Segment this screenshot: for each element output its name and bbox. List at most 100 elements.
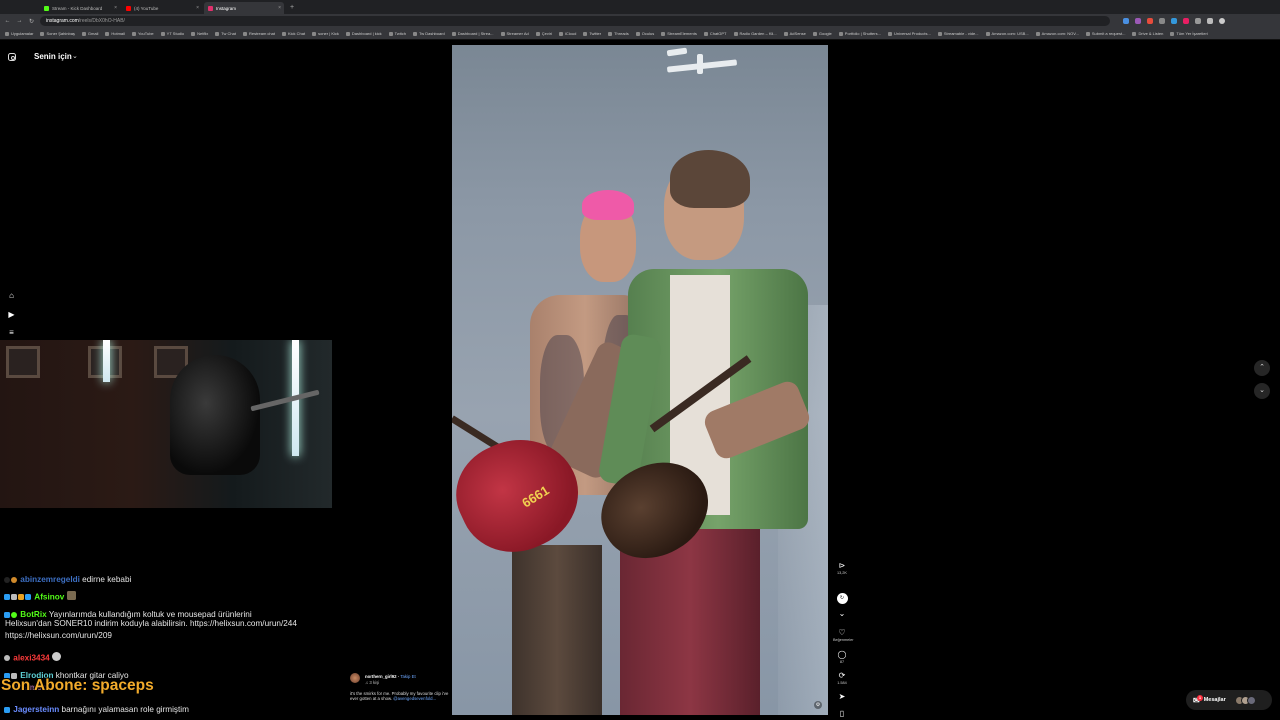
messages-button[interactable]: ✉ 1 Mesajlar	[1186, 690, 1272, 710]
comment-button[interactable]: ◯ 87	[833, 651, 851, 665]
feed-title[interactable]: Senin için	[34, 52, 72, 61]
reels-icon[interactable]: ▶	[7, 310, 16, 319]
audio-info[interactable]: ♫ 3 kişi	[365, 680, 379, 685]
new-tab-button[interactable]: +	[286, 4, 298, 11]
badge-icon	[11, 594, 17, 600]
bookmark-label: Dashboard | kick	[351, 31, 382, 36]
remix-button[interactable]: ↻	[833, 593, 851, 604]
bookmark-item[interactable]: Soner Şahinbaş	[40, 31, 75, 36]
menu-icon[interactable]: ≡	[7, 328, 16, 337]
caption-username[interactable]: northern_girl92	[365, 674, 397, 679]
bookmark-item[interactable]: Restream chat	[242, 31, 275, 36]
save-button[interactable]: ▯	[833, 710, 851, 718]
bookmark-item[interactable]: Hotmail	[105, 31, 125, 36]
bookmark-item[interactable]: Drive & Listen	[1132, 31, 1163, 36]
extension-icon[interactable]	[1207, 18, 1213, 24]
bookmark-item[interactable]: iCloud	[558, 31, 576, 36]
instagram-favicon-icon	[208, 5, 213, 11]
repost-button[interactable]: ⟳ 1.584	[833, 672, 851, 686]
extension-icon[interactable]	[1183, 18, 1189, 24]
extension-icon[interactable]	[1123, 18, 1129, 24]
caption-mention[interactable]: @avengedsevenfold...	[393, 696, 436, 701]
bookmark-label: Tüm Yer İşaretleri	[1176, 31, 1208, 36]
extension-icon[interactable]	[1159, 18, 1165, 24]
tab-instagram[interactable]: Instagram ×	[204, 2, 284, 14]
bookmark-item[interactable]: Amazon.com: NOV...	[1035, 31, 1079, 36]
bookmark-favicon-icon	[215, 31, 220, 36]
avatar[interactable]	[350, 673, 360, 683]
bookmark-label: ChatGPT	[709, 31, 727, 36]
bookmark-item[interactable]: Kick Chat	[281, 31, 305, 36]
bookmark-favicon-icon	[1035, 31, 1040, 36]
forward-button[interactable]: →	[16, 18, 23, 24]
bookmark-item[interactable]: YouTube	[131, 31, 154, 36]
bookmark-item[interactable]: Twitter	[583, 31, 601, 36]
bookmark-item[interactable]: AdSense	[783, 31, 806, 36]
bookmark-favicon-icon	[5, 31, 9, 36]
bookmark-item[interactable]: Twitch	[388, 31, 406, 36]
instagram-icon[interactable]	[8, 53, 16, 61]
close-icon[interactable]: ×	[114, 5, 117, 11]
bookmark-favicon-icon	[105, 31, 110, 36]
bookmark-favicon-icon	[558, 31, 563, 36]
tab-kick[interactable]: Stream - Kick Dashboard ×	[40, 2, 120, 14]
bookmark-item[interactable]: StreamElements	[661, 31, 697, 36]
extension-icon[interactable]	[1171, 18, 1177, 24]
bookmark-item[interactable]: ChatGPT	[703, 31, 727, 36]
extension-icon[interactable]	[1147, 18, 1153, 24]
bookmark-item[interactable]: Google	[812, 31, 832, 36]
bookmark-item[interactable]: Tw Chat	[215, 31, 236, 36]
tab-youtube[interactable]: (4) YouTube ×	[122, 2, 202, 14]
tab-label: (4) YouTube	[134, 5, 159, 11]
bookmark-item[interactable]: Amazon.com: USB...	[985, 31, 1029, 36]
profile-icon[interactable]	[1219, 18, 1225, 24]
bookmark-item[interactable]: Dashboard | kick	[345, 31, 382, 36]
close-icon[interactable]: ×	[196, 5, 199, 11]
back-button[interactable]: ←	[4, 18, 11, 24]
bookmark-item[interactable]: soner | Kick	[312, 31, 339, 36]
mute-button[interactable]: ⊳ 13,2K	[833, 562, 851, 576]
url-path: /reels/DbX0hO-HAB/	[78, 18, 125, 24]
bookmark-label: Streamer Ad	[506, 31, 529, 36]
bookmark-item[interactable]: Threads	[608, 31, 629, 36]
chat-username: alexi3434	[13, 653, 50, 663]
bookmark-item[interactable]: Oculus	[635, 31, 654, 36]
bookmark-item[interactable]: Streamer Ad	[500, 31, 529, 36]
bookmark-favicon-icon	[500, 31, 505, 36]
url-field[interactable]: instagram.com/reels/DbX0hO-HAB/	[40, 16, 1110, 26]
bookmark-item[interactable]: Radio Garden – Kli...	[733, 31, 777, 36]
extension-icon[interactable]	[1135, 18, 1141, 24]
browser-tabbar: Stream - Kick Dashboard × (4) YouTube × …	[0, 0, 1280, 14]
bookmark-item[interactable]: Çeviri	[535, 31, 552, 36]
like-button[interactable]: ♡ Beğenmeler	[833, 629, 853, 643]
bookmark-item[interactable]: Uygulamalar	[5, 31, 33, 36]
bookmark-item[interactable]: Netflix	[191, 31, 208, 36]
bookmark-item[interactable]: Streamable - vide...	[937, 31, 979, 36]
bookmark-item[interactable]: Gmail	[81, 31, 98, 36]
bookmark-favicon-icon	[887, 31, 892, 36]
share-button[interactable]: ➤	[833, 693, 851, 701]
bookmark-item[interactable]: Submit a request...	[1085, 31, 1125, 36]
chat-username: Jagersteinn	[13, 705, 60, 714]
bookmark-label: Restream chat	[248, 31, 275, 36]
bookmark-favicon-icon	[40, 31, 45, 36]
bookmark-item[interactable]: Tw Dashboard	[412, 31, 445, 36]
video-settings-icon[interactable]: ⚙	[814, 701, 822, 709]
bookmark-item[interactable]: Tüm Yer İşaretleri	[1170, 31, 1208, 36]
bookmark-item[interactable]: Portfolio | Shutters...	[838, 31, 881, 36]
expand-button[interactable]: ⌄	[833, 610, 851, 618]
previous-reel-button[interactable]: ⌃	[1254, 360, 1270, 376]
extension-icon[interactable]	[1195, 18, 1201, 24]
avatar	[1246, 695, 1256, 705]
reel-video[interactable]: 6661 ⚙	[452, 45, 828, 715]
badge-icon	[4, 706, 10, 713]
bookmark-item[interactable]: YT Studio	[160, 31, 184, 36]
bookmark-item[interactable]: Universal Products...	[887, 31, 931, 36]
home-icon[interactable]: ⌂	[7, 291, 16, 300]
chevron-down-icon[interactable]: ⌄	[72, 52, 78, 60]
follow-button[interactable]: Takip Et	[400, 674, 415, 679]
reload-button[interactable]: ↻	[28, 18, 35, 25]
close-icon[interactable]: ×	[278, 5, 281, 11]
next-reel-button[interactable]: ⌄	[1254, 383, 1270, 399]
bookmark-item[interactable]: Dashboard | Strea...	[451, 31, 494, 36]
